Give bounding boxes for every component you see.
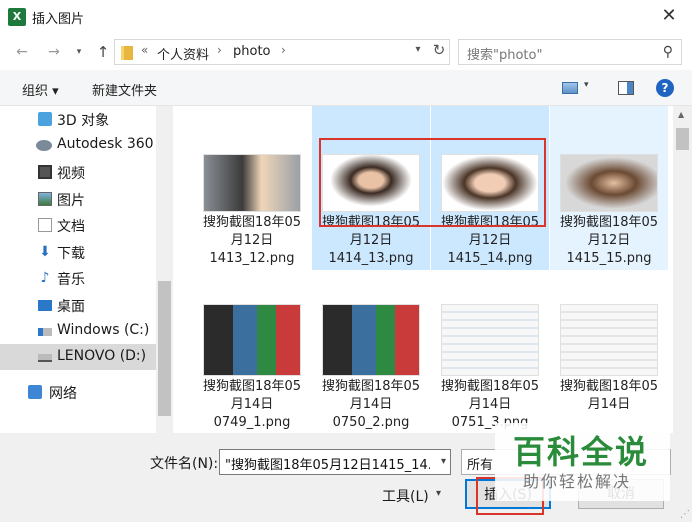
refresh-icon[interactable]: ↻ [429,41,449,59]
sidebar-item-documents[interactable]: 文档 [0,212,156,238]
breadcrumb-item[interactable]: photo [233,44,271,59]
file-tile[interactable]: 搜狗截图18年05 月14日 0750_2.png [312,272,430,433]
watermark-subtitle: 助你轻松解决 [523,472,632,491]
chevron-down-icon[interactable]: ▾ [436,488,441,499]
sidebar-item-label: 视频 [57,166,85,182]
help-icon[interactable]: ? [656,79,674,97]
sidebar-item-music[interactable]: ♪ 音乐 [0,265,156,291]
file-list-scrollbar-thumb[interactable] [676,128,689,150]
recent-locations-chevron-icon[interactable]: ▾ [72,42,86,62]
3d-objects-icon [38,112,52,126]
sidebar-item-label: 音乐 [57,272,85,288]
network-icon [28,385,42,399]
sidebar-item-windows-c[interactable]: Windows (C:) [0,318,156,344]
sidebar-item-label: LENOVO (D:) [57,348,147,364]
sidebar-item-videos[interactable]: 视频 [0,159,156,185]
file-tile[interactable]: 搜狗截图18年05 月12日 1415_15.png [550,106,668,270]
image-thumbnail [441,304,539,376]
sidebar-item-label: Autodesk 360 [57,136,154,152]
search-icon[interactable]: ⚲ [663,44,673,60]
image-thumbnail [560,304,658,376]
sidebar-item-network[interactable]: 网络 [0,379,156,405]
window-title: 插入图片 [32,12,85,27]
sidebar-item-label: 桌面 [57,299,85,315]
file-name: 搜狗截图18年05 月12日 1413_12.png [202,215,302,266]
cloud-drive-icon [36,140,52,151]
drive-icon [38,354,52,362]
downloads-folder-icon: ⬇ [39,244,51,260]
breadcrumb-item[interactable]: 个人资料 [157,44,209,63]
file-name: 搜狗截图18年05 月14日 0750_2.png [321,379,421,430]
image-thumbnail [203,154,301,212]
sidebar-scrollbar[interactable] [156,106,173,433]
folder-icon [121,46,133,60]
forward-arrow-icon[interactable]: → [44,42,64,62]
sidebar-item-label: 3D 对象 [57,113,110,129]
scroll-up-arrow-icon[interactable]: ▲ [678,110,684,119]
chevron-down-icon[interactable]: ▾ [441,456,446,467]
tools-button[interactable]: 工具(L) [382,486,429,506]
excel-app-icon: X [8,8,26,26]
sidebar-item-label: Windows (C:) [57,322,150,338]
navigation-pane: 3D 对象 Autodesk 360 视频 图片 文档 ⬇ 下载 ♪ 音乐 桌面… [0,106,156,433]
file-list-scrollbar[interactable]: ▲ [673,106,692,433]
file-tile[interactable]: 搜狗截图18年05 月14日 0751_3.png [431,272,549,433]
sidebar-scrollbar-thumb[interactable] [158,281,171,416]
organize-button[interactable]: 组织 ▾ [22,80,59,99]
image-thumbnail [560,154,658,212]
back-arrow-icon[interactable]: ← [12,42,32,62]
resize-grip-icon[interactable]: ⋰ [680,509,690,520]
navigation-bar: ← → ▾ ↑ « 个人资料 › photo › ▾ ↻ 搜索"photo" ⚲ [0,34,692,70]
breadcrumb-chevron-icon[interactable]: › [281,43,286,57]
address-bar[interactable]: « 个人资料 › photo › ▾ ↻ [114,39,450,65]
title-bar: X 插入图片 ✕ [0,0,692,34]
sidebar-item-label: 文档 [57,219,85,235]
view-dropdown-icon[interactable]: ▾ [584,80,589,90]
watermark-title: 百科全说 [513,433,650,471]
breadcrumb-chevron-icon[interactable]: › [217,43,222,57]
documents-folder-icon [38,218,52,232]
image-thumbnail [203,304,301,376]
sidebar-item-lenovo-d[interactable]: LENOVO (D:) [0,344,156,370]
sidebar-item-label: 下载 [57,246,85,262]
file-name: 搜狗截图18年05 月14日 0749_1.png [202,379,302,430]
annotation-highlight [319,138,546,227]
drive-icon [38,328,52,336]
breadcrumb-overflow-icon[interactable]: « [141,43,148,57]
file-name: 搜狗截图18年05 月14日 [559,379,659,412]
file-type-value: 所有 [467,458,494,473]
sidebar-item-desktop[interactable]: 桌面 [0,292,156,318]
filename-label: 文件名(N): [150,456,219,472]
file-tile[interactable]: 搜狗截图18年05 月12日 1413_12.png [193,106,311,270]
sidebar-item-pictures[interactable]: 图片 [0,186,156,212]
address-dropdown-icon[interactable]: ▾ [411,44,425,55]
close-button[interactable]: ✕ [646,0,692,34]
file-tile[interactable]: 搜狗截图18年05 月14日 [550,272,668,433]
file-name: 搜狗截图18年05 月12日 1415_15.png [559,215,659,266]
file-tile[interactable]: 搜狗截图18年05 月14日 0749_1.png [193,272,311,433]
sidebar-item-3d-objects[interactable]: 3D 对象 [0,106,156,132]
pictures-folder-icon [38,192,52,206]
command-toolbar: 组织 ▾ 新建文件夹 ▾ ? [0,70,692,106]
search-input[interactable]: 搜索"photo" [467,44,542,63]
watermark: 百科全说 助你轻松解决 [495,423,670,501]
new-folder-button[interactable]: 新建文件夹 [92,80,157,99]
sidebar-item-label: 图片 [57,193,85,209]
file-list: 搜狗截图18年05 月12日 1413_12.png 搜狗截图18年05 月12… [173,106,673,433]
image-thumbnail [322,304,420,376]
filename-field[interactable]: "搜狗截图18年05月12日1415_14.png" "搜狗截图18年05月12… [219,449,451,475]
up-arrow-icon[interactable]: ↑ [93,42,113,62]
sidebar-item-autodesk-360[interactable]: Autodesk 360 [0,132,156,158]
video-folder-icon [38,165,52,179]
desktop-folder-icon [38,300,52,311]
search-box[interactable]: 搜索"photo" ⚲ [458,39,682,65]
sidebar-item-downloads[interactable]: ⬇ 下载 [0,239,156,265]
filename-value[interactable]: "搜狗截图18年05月12日1415_14.png" "搜狗截图18年05月12… [225,454,430,473]
sidebar-item-label: 网络 [49,386,77,402]
preview-pane-icon[interactable] [618,81,634,95]
music-folder-icon: ♪ [40,270,50,286]
view-mode-icon[interactable] [562,82,578,94]
